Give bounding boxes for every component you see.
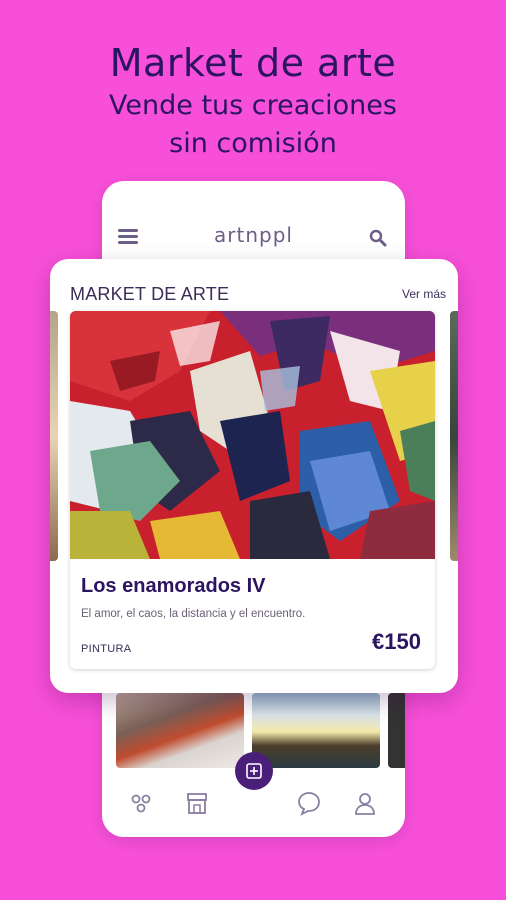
chat-icon[interactable] [296, 790, 322, 816]
section-title: MARKET DE ARTE [70, 284, 230, 304]
artwork-price: €150 [372, 629, 421, 654]
add-icon[interactable] [235, 752, 273, 790]
profile-icon[interactable] [352, 790, 378, 816]
promo-subtitle-line1: Vende tus creaciones [109, 90, 397, 121]
app-brand-logo: artnppl [214, 223, 293, 247]
promo-subtitle-line2: sin comisión [169, 128, 337, 159]
search-icon[interactable] [369, 229, 387, 247]
promo-title: Market de arte [109, 41, 397, 85]
artwork-image [70, 311, 435, 559]
next-artwork-peek[interactable] [450, 311, 458, 561]
app-header: artnppl [102, 209, 405, 263]
see-more-link[interactable]: Ver más [402, 287, 446, 301]
previous-artwork-peek[interactable] [50, 311, 58, 561]
artwork-description: El amor, el caos, la distancia y el encu… [81, 608, 306, 620]
home-icon[interactable] [128, 790, 154, 816]
featured-artwork-card[interactable]: Los enamorados IV El amor, el caos, la d… [70, 311, 435, 669]
artwork-thumbnail[interactable] [388, 693, 405, 768]
shop-icon[interactable] [184, 790, 210, 816]
bottom-navigation [102, 752, 405, 837]
promo-headline: Market de arte Vende tus creaciones sin … [0, 40, 506, 162]
artwork-category: PINTURA [81, 643, 132, 655]
market-card: MARKET DE ARTE Ver más Los enamorados IV… [50, 259, 458, 693]
artwork-thumbnail[interactable] [116, 693, 244, 768]
artwork-title: Los enamorados IV [81, 575, 266, 597]
artwork-thumbnail[interactable] [252, 693, 380, 768]
